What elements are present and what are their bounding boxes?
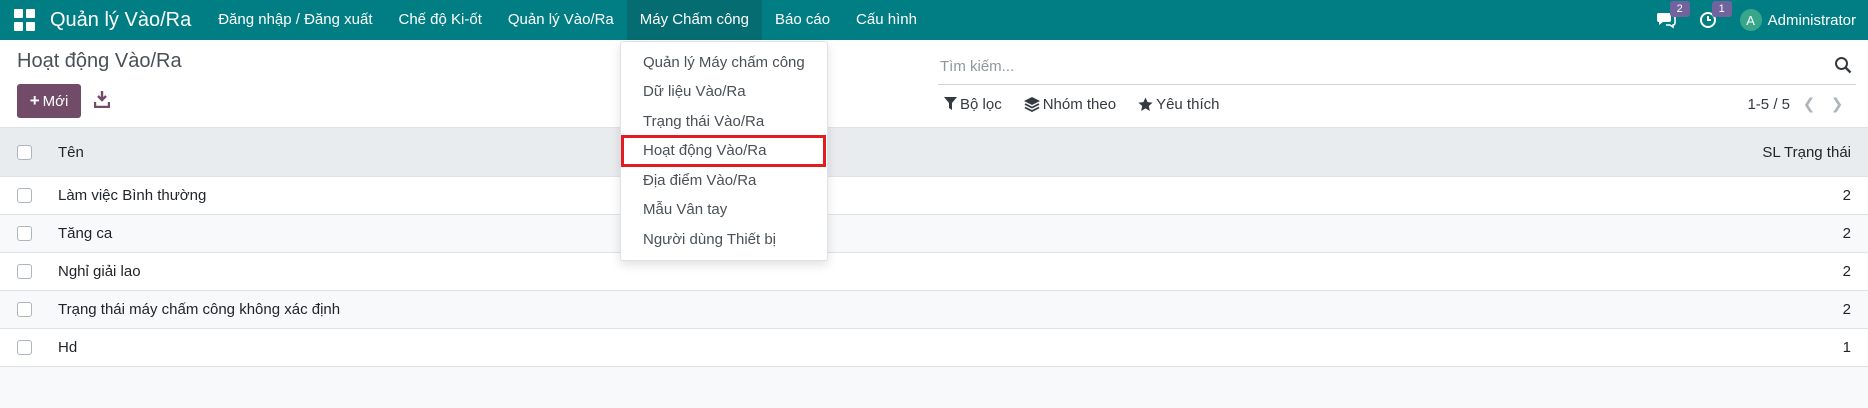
breadcrumb-title: Hoạt động Vào/Ra [17,50,182,72]
table-header: Tên SL Trạng thái [0,128,1868,177]
activities-badge: 1 [1711,1,1732,17]
menu-attendance-management[interactable]: Quản lý Vào/Ra [495,0,627,40]
dropdown-item-attendance-status[interactable]: Trạng thái Vào/Ra [643,108,764,136]
row-count: 2 [1842,263,1851,280]
pager: 1-5 / 5 ❮ ❯ [1747,92,1846,116]
layers-icon [1023,96,1040,112]
messages-badge: 2 [1669,1,1690,17]
column-header-count[interactable]: SL Trạng thái [1762,144,1851,161]
list-view-table: Tên SL Trạng thái Làm việc Bình thường 2… [0,128,1868,367]
column-header-name[interactable]: Tên [58,144,84,161]
table-row[interactable]: Hd 1 [0,329,1868,367]
row-name: Trạng thái máy chấm công không xác định [58,301,341,318]
pager-next-icon[interactable]: ❯ [1828,95,1846,113]
menu-login-logout[interactable]: Đăng nhập / Đăng xuất [205,0,385,40]
filters-label: Bộ lọc [960,95,1002,113]
download-icon[interactable] [93,90,111,110]
app-title[interactable]: Quản lý Vào/Ra [50,9,191,32]
pager-previous-icon[interactable]: ❮ [1800,95,1818,113]
star-icon [1138,97,1153,111]
systray: 2 1 A Administrator [1656,0,1868,40]
filter-icon [944,97,957,110]
activities-clock-icon[interactable]: 1 [1698,1,1732,31]
row-checkbox[interactable] [17,188,32,203]
search-icon[interactable] [1834,56,1852,74]
dropdown-item-attendance-location[interactable]: Địa điểm Vào/Ra [643,167,756,195]
user-avatar[interactable]: A [1739,9,1762,31]
new-button-label: Mới [42,92,69,110]
favorites-button[interactable]: Yêu thích [1138,96,1219,113]
row-count: 1 [1842,339,1851,356]
favorites-label: Yêu thích [1156,95,1220,113]
plus-icon: + [29,91,40,110]
attendance-machine-dropdown: Quản lý Máy chấm công Dữ liệu Vào/Ra Trạ… [620,41,828,261]
menu-kiosk-mode[interactable]: Chế độ Ki-ốt [385,0,494,40]
dropdown-item-machine-management[interactable]: Quản lý Máy chấm công [643,49,805,77]
group-by-button[interactable]: Nhóm theo [1023,95,1117,113]
menu-reports[interactable]: Báo cáo [762,0,843,40]
search-options: Bộ lọc Nhóm theo Yêu thích [944,92,1241,116]
row-count: 2 [1842,187,1851,204]
group-by-label: Nhóm theo [1042,95,1117,113]
new-button[interactable]: + Mới [17,84,81,118]
pager-value[interactable]: 1-5 / 5 [1747,96,1790,113]
menu-configuration[interactable]: Cấu hình [843,0,930,40]
row-checkbox[interactable] [17,302,32,317]
apps-menu-icon[interactable] [14,9,36,31]
search-input[interactable] [938,48,1822,84]
row-count: 2 [1842,301,1851,318]
control-panel: Hoạt động Vào/Ra + Mới Bộ lọc Nhóm theo [0,40,1868,128]
row-count: 2 [1842,225,1851,242]
messages-icon[interactable]: 2 [1656,1,1690,31]
top-navbar: Quản lý Vào/Ra Đăng nhập / Đăng xuất Chế… [0,0,1868,40]
row-name: Nghỉ giải lao [58,263,141,280]
menu-attendance-machine[interactable]: Máy Chấm công [626,0,762,40]
table-row[interactable]: Tăng ca 2 [0,215,1868,253]
dropdown-item-device-users[interactable]: Người dùng Thiết bị [643,226,776,254]
search-bar [938,48,1856,85]
user-menu[interactable]: Administrator [1768,12,1856,29]
select-all-checkbox[interactable] [17,144,32,160]
filters-button[interactable]: Bộ lọc [944,96,1002,113]
dropdown-item-fingerprint-template[interactable]: Mẫu Vân tay [643,196,727,224]
row-name: Làm việc Bình thường [58,187,207,204]
row-checkbox[interactable] [17,340,32,355]
highlight-box [621,135,826,167]
table-row[interactable]: Nghỉ giải lao 2 [0,253,1868,291]
row-checkbox[interactable] [17,226,32,241]
dropdown-item-attendance-data[interactable]: Dữ liệu Vào/Ra [643,78,746,106]
table-row[interactable]: Trạng thái máy chấm công không xác định … [0,291,1868,329]
row-checkbox[interactable] [17,264,32,279]
row-name: Hd [58,339,78,356]
row-name: Tăng ca [58,225,113,242]
table-row[interactable]: Làm việc Bình thường 2 [0,177,1868,215]
